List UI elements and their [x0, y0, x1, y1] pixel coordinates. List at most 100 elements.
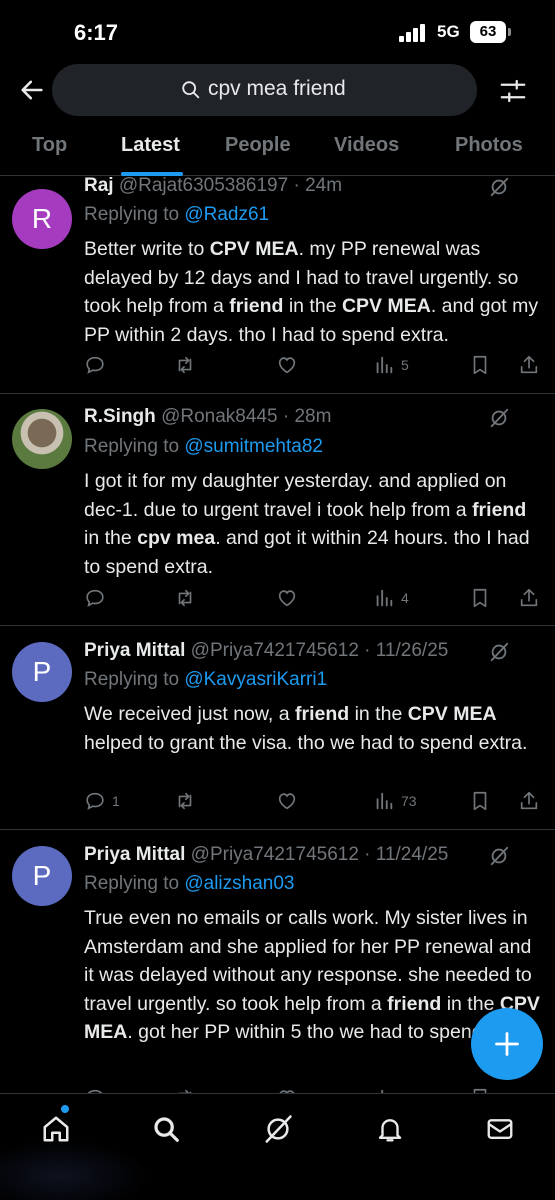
share-button[interactable] — [518, 789, 540, 813]
tweet-actions: 28 — [84, 1086, 544, 1093]
views-button[interactable]: 4 — [373, 586, 409, 610]
like-button[interactable] — [276, 586, 298, 610]
replying-to: Replying to @sumitmehta82 — [84, 436, 323, 457]
tab-people[interactable]: People — [225, 134, 291, 157]
reply-button[interactable] — [84, 353, 112, 377]
bookmark-button[interactable] — [469, 586, 491, 610]
tab-top[interactable]: Top — [32, 134, 67, 157]
replying-to: Replying to @Radz61 — [84, 204, 270, 225]
bookmark-button[interactable] — [469, 353, 491, 377]
reply-icon — [86, 356, 104, 374]
grok-icon[interactable] — [488, 177, 510, 198]
views-button[interactable]: 28 — [373, 1086, 417, 1093]
reply-mention-link[interactable]: @sumitmehta82 — [184, 436, 323, 457]
share-icon — [520, 355, 538, 374]
bookmark-icon — [473, 355, 487, 375]
author-name[interactable]: R.Singh — [84, 406, 156, 427]
views-count: 5 — [401, 357, 409, 373]
heart-icon — [278, 590, 296, 607]
tweet[interactable]: P Priya Mittal @Priya7421745612 · 11/26/… — [0, 626, 555, 830]
reply-mention-link[interactable]: @Radz61 — [184, 204, 269, 225]
heart-icon — [278, 357, 296, 374]
reply-icon — [86, 589, 104, 607]
repost-button[interactable] — [174, 789, 196, 813]
like-button[interactable] — [276, 1086, 298, 1093]
repost-icon — [178, 356, 192, 374]
reply-button[interactable] — [84, 1086, 112, 1093]
search-query: cpv mea friend — [208, 77, 346, 100]
reply-icon — [86, 792, 104, 810]
tweet-actions: 5 — [84, 353, 544, 377]
share-button[interactable] — [518, 353, 540, 377]
views-chart-icon — [376, 792, 393, 810]
tab-photos[interactable]: Photos — [455, 134, 523, 157]
author-name[interactable]: Priya Mittal — [84, 844, 185, 865]
reply-count: 1 — [112, 793, 120, 809]
compose-button[interactable] — [471, 1008, 543, 1080]
tweet-time[interactable]: 28m — [294, 406, 331, 427]
author-name[interactable]: Priya Mittal — [84, 640, 185, 661]
tweet-time[interactable]: 24m — [305, 177, 342, 196]
reply-mention-link[interactable]: @alizshan03 — [184, 873, 294, 894]
grok-icon[interactable] — [488, 407, 510, 429]
author-handle[interactable]: @Rajat6305386197 — [119, 177, 288, 196]
reply-mention-link[interactable]: @KavyasriKarri1 — [184, 669, 327, 690]
avatar[interactable]: R — [12, 189, 72, 249]
author-handle[interactable]: @Ronak8445 — [161, 406, 277, 427]
author-name[interactable]: Raj — [84, 177, 114, 196]
share-icon — [520, 791, 538, 810]
views-button[interactable]: 73 — [373, 789, 417, 813]
tweet[interactable]: R Raj @Rajat6305386197 · 24m Replying to… — [0, 177, 555, 394]
share-button[interactable] — [518, 586, 540, 610]
reply-button[interactable] — [84, 586, 112, 610]
reply-button[interactable]: 1 — [84, 789, 120, 813]
views-button[interactable]: 5 — [373, 353, 409, 377]
like-button[interactable] — [276, 353, 298, 377]
home-indicator-glow — [0, 1140, 150, 1200]
mail-icon[interactable] — [485, 1114, 515, 1144]
battery-icon: 63 — [470, 21, 506, 43]
bell-icon[interactable] — [375, 1114, 405, 1144]
tab-latest[interactable]: Latest — [121, 134, 180, 157]
grok-icon[interactable] — [488, 641, 510, 663]
tweet-feed: R Raj @Rajat6305386197 · 24m Replying to… — [0, 177, 555, 1093]
back-arrow-icon[interactable] — [18, 76, 46, 104]
views-count: 4 — [401, 590, 409, 606]
active-tab-indicator — [121, 172, 183, 176]
like-button[interactable] — [276, 789, 298, 813]
search-icon — [182, 81, 200, 99]
search-tabs: Top Latest People Videos Photos — [0, 120, 555, 176]
repost-button[interactable] — [174, 353, 196, 377]
search-icon[interactable] — [151, 1114, 181, 1144]
network-label: 5G — [437, 22, 460, 41]
avatar[interactable] — [12, 409, 72, 469]
avatar[interactable]: P — [12, 846, 72, 906]
bookmark-button[interactable] — [469, 1086, 491, 1093]
tweet-time[interactable]: 11/26/25 — [376, 640, 449, 661]
tweet-text: We received just now, a friend in the CP… — [84, 703, 528, 754]
grok-icon[interactable] — [488, 845, 510, 867]
views-chart-icon — [376, 356, 393, 374]
tweet-time[interactable]: 11/24/25 — [376, 844, 449, 865]
tweet-actions: 4 — [84, 586, 544, 610]
battery-tip — [508, 28, 511, 36]
tweet-text: Better write to CPV MEA. my PP renewal w… — [84, 238, 539, 346]
signal-icon — [399, 24, 429, 42]
avatar[interactable]: P — [12, 642, 72, 702]
grok-icon[interactable] — [263, 1114, 293, 1144]
bookmark-button[interactable] — [469, 789, 491, 813]
repost-icon — [178, 792, 192, 810]
author-handle[interactable]: @Priya7421745612 — [191, 640, 359, 661]
views-chart-icon — [376, 589, 393, 607]
repost-button[interactable] — [174, 586, 196, 610]
tweet[interactable]: R.Singh @Ronak8445 · 28m Replying to @su… — [0, 394, 555, 626]
bookmark-icon — [473, 791, 487, 811]
heart-icon — [278, 793, 296, 810]
tab-videos[interactable]: Videos — [334, 134, 399, 157]
search-input[interactable]: cpv mea friend — [52, 64, 477, 116]
filter-settings-icon[interactable] — [498, 76, 528, 106]
status-time: 6:17 — [74, 20, 119, 45]
status-bar: 6:17 5G 63 — [0, 0, 555, 62]
author-handle[interactable]: @Priya7421745612 — [191, 844, 359, 865]
repost-button[interactable] — [174, 1086, 196, 1093]
